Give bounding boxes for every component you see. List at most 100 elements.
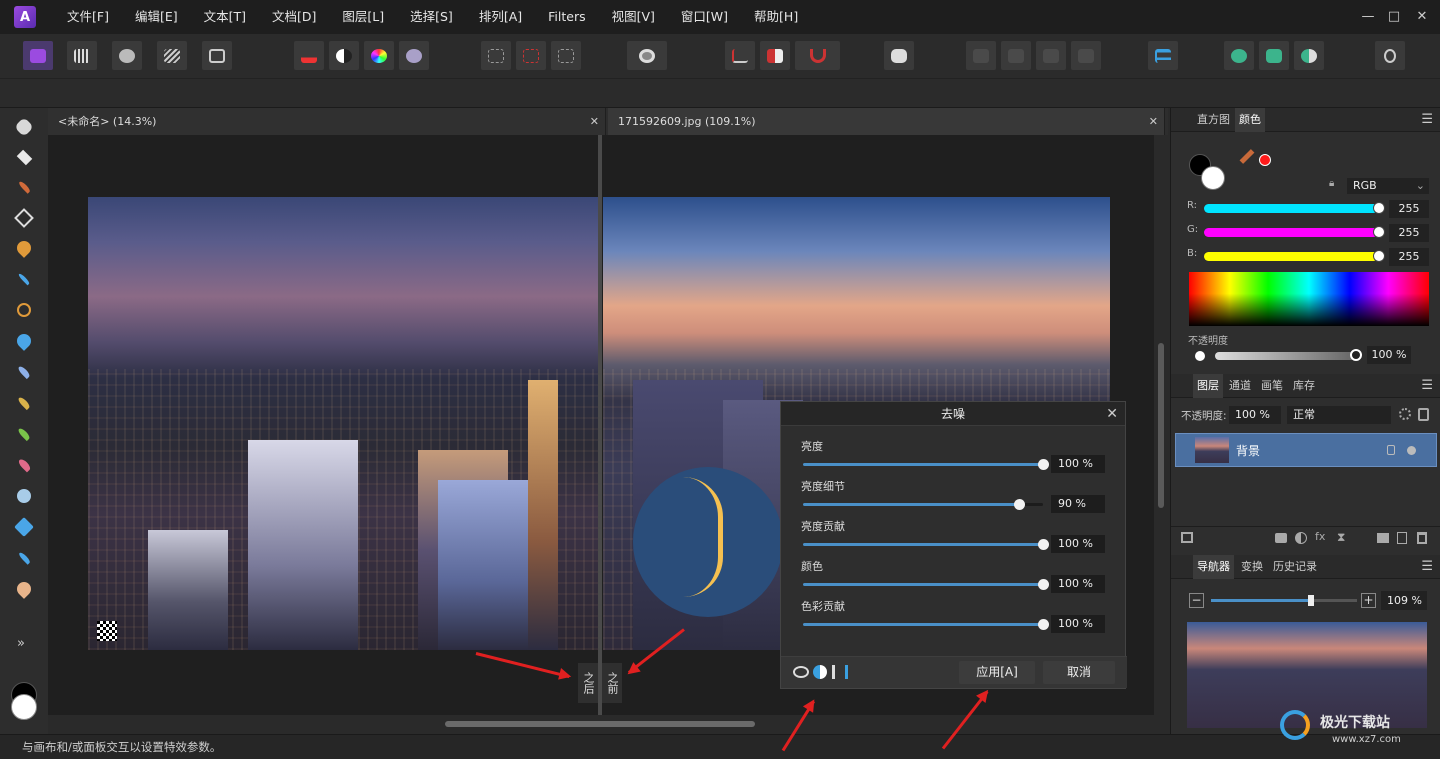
tab-channels[interactable]: 通道 [1225, 374, 1255, 398]
stroke-color-swatch[interactable] [1201, 166, 1225, 190]
crop-tool[interactable] [13, 207, 35, 229]
boolean-subtract-button[interactable] [1259, 41, 1289, 70]
slider-track[interactable] [803, 539, 1049, 550]
zoom-slider-knob[interactable] [1308, 595, 1314, 606]
vertical-scrollbar[interactable] [1154, 135, 1168, 715]
channel-slider[interactable] [1204, 252, 1378, 261]
delete-layer-icon[interactable] [1417, 532, 1427, 544]
auto-contrast-button[interactable] [329, 41, 359, 70]
eye-icon[interactable] [793, 666, 809, 678]
vertical-scroll-thumb[interactable] [1158, 343, 1164, 508]
erase-brush-tool[interactable] [13, 454, 35, 476]
account-button[interactable] [1375, 41, 1405, 70]
channel-value[interactable]: 255 [1389, 248, 1429, 266]
folder-icon[interactable] [1377, 533, 1389, 543]
boolean-intersect-button[interactable] [1294, 41, 1324, 70]
tab-stock[interactable]: 库存 [1289, 374, 1319, 398]
color-spectrum[interactable] [1189, 272, 1429, 326]
freehand-selection-tool[interactable] [13, 299, 35, 321]
slider-track[interactable] [803, 579, 1049, 590]
mirror-view-icon[interactable] [832, 665, 848, 679]
marquee-select-button[interactable] [481, 41, 511, 70]
paint-mixer-brush-tool[interactable] [13, 237, 35, 259]
split-view-divider[interactable] [598, 135, 602, 715]
develop-persona-button[interactable] [112, 41, 142, 70]
opacity-value[interactable]: 100 % [1367, 346, 1411, 364]
menu-edit[interactable]: 编辑[E] [122, 0, 191, 34]
panel-menu-icon[interactable]: ☰ [1421, 108, 1433, 132]
zoom-value[interactable]: 109 % [1381, 591, 1427, 610]
slider-value[interactable]: 100 % [1051, 615, 1105, 633]
tab-jpg-document[interactable]: 171592609.jpg (109.1%) ✕ [608, 108, 1165, 135]
horizontal-scroll-thumb[interactable] [445, 721, 755, 727]
slider-knob[interactable] [1038, 459, 1049, 470]
zoom-in-button[interactable]: + [1361, 593, 1376, 608]
menu-arrange[interactable]: 排列[A] [466, 0, 535, 34]
channel-slider-knob[interactable] [1373, 202, 1385, 214]
minimize-button[interactable]: — [1357, 6, 1379, 28]
layer-opacity-field[interactable]: 100 % [1229, 406, 1281, 424]
slider-knob[interactable] [1038, 579, 1049, 590]
export-persona-button[interactable] [202, 41, 232, 70]
fx-icon[interactable]: fx [1315, 530, 1325, 543]
slider-knob[interactable] [1038, 619, 1049, 630]
mask-layer-icon[interactable] [1275, 533, 1287, 543]
tab-color[interactable]: 颜色 [1235, 108, 1265, 132]
opacity-slider[interactable] [1215, 352, 1355, 360]
more-tools-button[interactable]: » [17, 636, 25, 651]
lock-icon[interactable]: 🔒︎ [1329, 178, 1343, 192]
tone-mapping-persona-button[interactable] [157, 41, 187, 70]
assistant-button[interactable] [760, 41, 790, 70]
auto-levels-button[interactable] [294, 41, 324, 70]
channel-value[interactable]: 255 [1389, 224, 1429, 242]
panel-menu-icon[interactable]: ☰ [1421, 374, 1433, 398]
menu-help[interactable]: 帮助[H] [741, 0, 811, 34]
channel-slider[interactable] [1204, 204, 1378, 213]
zoom-slider[interactable] [1211, 595, 1357, 606]
menu-text[interactable]: 文本[T] [191, 0, 259, 34]
live-filter-icon[interactable]: ⧗ [1337, 530, 1345, 545]
arrange-front-button[interactable] [1071, 41, 1101, 70]
channel-slider-knob[interactable] [1373, 250, 1385, 262]
selection-brush-tool[interactable] [13, 268, 35, 290]
add-layer-icon[interactable] [1397, 532, 1407, 544]
maximize-button[interactable]: □ [1383, 6, 1405, 28]
split-view-icon[interactable] [813, 665, 827, 679]
color-picker-tool[interactable] [13, 176, 35, 198]
slider-value[interactable]: 100 % [1051, 455, 1105, 473]
layer-visibility-icon[interactable] [1407, 446, 1416, 455]
clone-brush-tool[interactable] [13, 392, 35, 414]
dialog-close-button[interactable]: ✕ [1106, 402, 1118, 426]
hand-tool[interactable] [13, 116, 35, 138]
close-tab-icon[interactable]: ✕ [590, 108, 599, 135]
auto-colors-button[interactable] [364, 41, 394, 70]
blur-brush-tool[interactable] [13, 485, 35, 507]
horizontal-scrollbar[interactable] [48, 715, 1154, 732]
slider-knob[interactable] [1038, 539, 1049, 550]
smudge-brush-tool[interactable] [13, 578, 35, 600]
deselect-button[interactable] [516, 41, 546, 70]
close-window-button[interactable]: ✕ [1411, 6, 1433, 28]
channel-slider-knob[interactable] [1373, 226, 1385, 238]
close-tab-icon[interactable]: ✕ [1149, 108, 1158, 135]
zoom-out-button[interactable]: − [1189, 593, 1204, 608]
tab-brushes[interactable]: 画笔 [1257, 374, 1287, 398]
slider-value[interactable]: 100 % [1051, 535, 1105, 553]
sponge-brush-tool[interactable] [13, 547, 35, 569]
gear-icon[interactable] [1399, 408, 1411, 420]
auto-white-balance-button[interactable] [399, 41, 429, 70]
tab-untitled-document[interactable]: <未命名> (14.3%) ✕ [48, 108, 606, 135]
slider-track[interactable] [803, 619, 1049, 630]
align-button[interactable] [1148, 41, 1178, 70]
opacity-slider-knob[interactable] [1350, 349, 1362, 361]
tab-layers[interactable]: 图层 [1193, 374, 1223, 398]
adjustment-icon[interactable] [1295, 532, 1307, 544]
paint-brush-tool[interactable] [13, 361, 35, 383]
tab-histogram[interactable]: 直方图 [1193, 108, 1234, 132]
photo-persona-button[interactable] [23, 41, 53, 70]
panel-menu-icon[interactable]: ☰ [1421, 555, 1433, 579]
tab-navigator[interactable]: 导航器 [1193, 555, 1234, 579]
liquify-persona-button[interactable] [67, 41, 97, 70]
blend-mode-select[interactable]: 正常 [1287, 406, 1391, 424]
menu-file[interactable]: 文件[F] [54, 0, 122, 34]
